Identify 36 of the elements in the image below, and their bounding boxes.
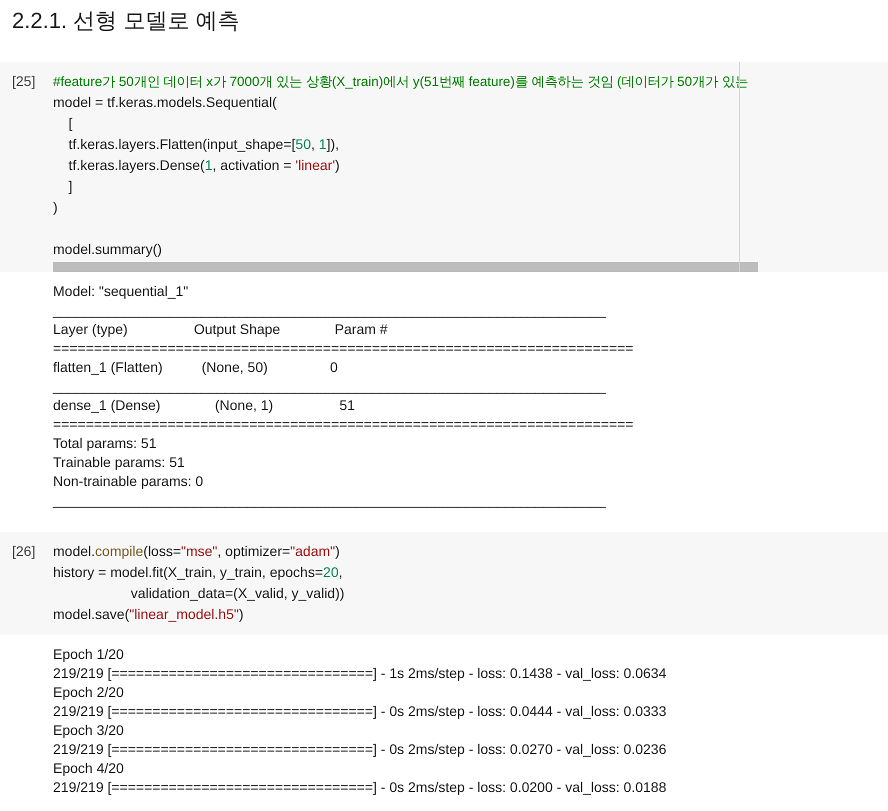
output-line: 219/219 [================================] - 0s 2ms/step - loss: 0.0200 - val_loss: 0.0188: [53, 778, 666, 797]
code-line: tf.keras.layers.Dense(1, activation = 'linear'): [68, 156, 340, 175]
code-line: #feature가 50개인 데이터 x가 7000개 있는 상황(X_train)에서 y(51번째 feature)를 예측하는 것임 (데이터가 50개가 있는: [53, 73, 748, 91]
output-line: _______________________________________________________________________: [53, 491, 606, 510]
code-line: ): [53, 198, 58, 217]
output-line: dense_1 (Dense) (None, 1) 51: [53, 396, 356, 415]
output-line: _______________________________________________________________________: [53, 301, 606, 320]
horizontal-scrollbar[interactable]: [53, 262, 758, 272]
code-line: model.compile(loss="mse", optimizer="adam"): [53, 542, 340, 561]
code-line: ]: [68, 177, 72, 196]
output-line: 219/219 [================================] - 0s 2ms/step - loss: 0.0270 - val_loss: 0.0236: [53, 740, 666, 759]
output-line: Epoch 1/20: [53, 645, 124, 664]
output-line: =======================================================================: [53, 415, 634, 434]
output-line: Model: "sequential_1": [53, 282, 188, 301]
output-line: _______________________________________________________________________: [53, 377, 606, 396]
output-line: =======================================================================: [53, 339, 634, 358]
output-line: Trainable params: 51: [53, 453, 185, 472]
output-line: Epoch 2/20: [53, 683, 124, 702]
code-line: [: [68, 114, 72, 133]
execution-count: [25]: [11, 72, 36, 91]
output-line: flatten_1 (Flatten) (None, 50) 0: [53, 358, 339, 377]
output-line: Total params: 51: [53, 434, 156, 453]
code-line: model.summary(): [53, 240, 162, 259]
section-heading: 2.2.1. 선형 모델로 예측: [12, 7, 240, 35]
code-line: tf.keras.layers.Flatten(input_shape=[50, 1]),: [68, 135, 340, 154]
code-line: model.save("linear_model.h5"): [53, 605, 244, 624]
output-line: Non-trainable params: 0: [53, 472, 204, 491]
output-line: Epoch 4/20: [53, 759, 124, 778]
execution-count: [26]: [11, 542, 36, 561]
output-line: 219/219 [================================] - 1s 2ms/step - loss: 0.1438 - val_loss: 0.0634: [53, 664, 666, 683]
code-line: validation_data=(X_valid, y_valid)): [130, 584, 344, 603]
code-line: history = model.fit(X_train, y_train, epochs=20,: [53, 563, 342, 582]
output-line: 219/219 [================================] - 0s 2ms/step - loss: 0.0444 - val_loss: 0.0333: [53, 702, 666, 721]
code-line: model = tf.keras.models.Sequential(: [53, 93, 277, 112]
output-line: Layer (type) Output Shape Param #: [53, 320, 389, 339]
output-line: Epoch 3/20: [53, 721, 124, 740]
